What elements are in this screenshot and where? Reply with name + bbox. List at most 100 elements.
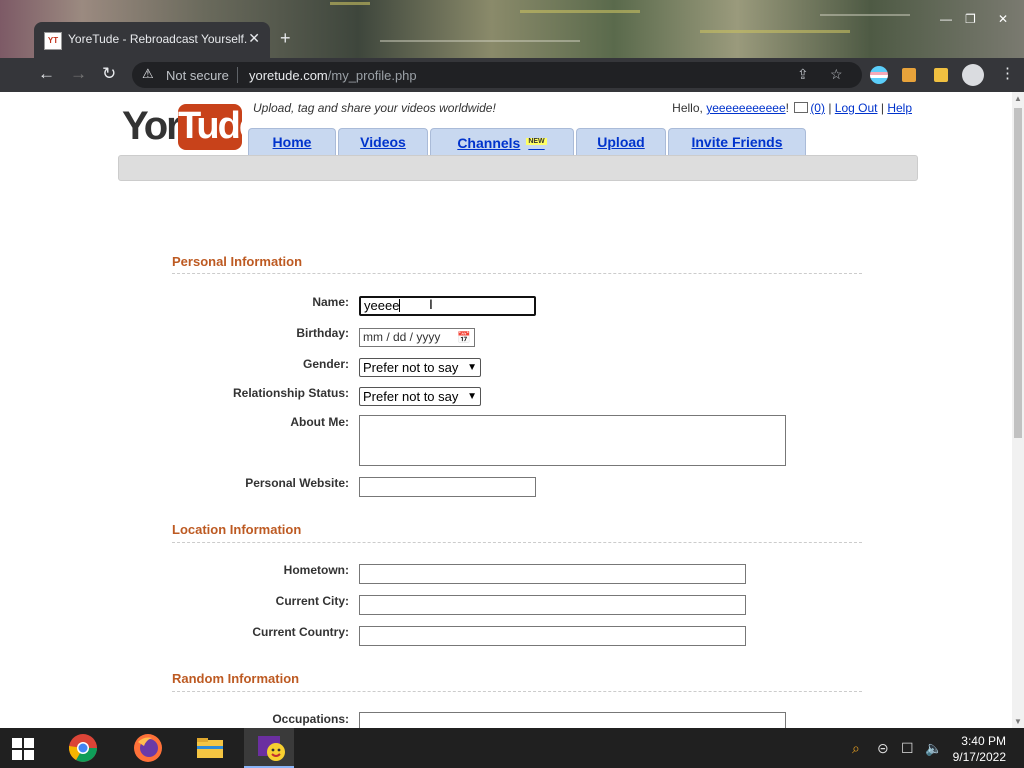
file-explorer-icon[interactable] (194, 732, 226, 764)
website-label: Personal Website: (245, 476, 349, 490)
tab-invite-friends[interactable]: Invite Friends (668, 128, 806, 155)
name-label: Name: (312, 295, 349, 309)
text-caret (399, 299, 401, 312)
birthday-date-input[interactable]: mm / dd / yyyy 📅 (359, 328, 475, 347)
current-city-input[interactable] (359, 595, 746, 615)
profile-avatar-icon[interactable] (962, 64, 984, 86)
exclaim-text: ! (785, 101, 789, 115)
tab-channels-link[interactable]: Channels NEW (431, 129, 573, 156)
emoji-app-icon[interactable] (256, 732, 288, 764)
tab-upload-link[interactable]: Upload (577, 129, 665, 155)
back-icon[interactable]: ← (38, 64, 55, 84)
close-window-icon[interactable]: ✕ (998, 12, 1008, 26)
extensions-puzzle-icon[interactable] (902, 68, 916, 82)
mail-icon[interactable] (794, 102, 809, 113)
relationship-select-value: Prefer not to say (363, 389, 459, 404)
username-link[interactable]: yeeeeeeeeeee (706, 101, 785, 115)
gender-select[interactable]: Prefer not to say ▼ (359, 358, 481, 377)
relationship-select[interactable]: Prefer not to say ▼ (359, 387, 481, 406)
random-info-heading: Random Information (172, 671, 300, 686)
birthday-label: Birthday: (296, 326, 349, 340)
location-info-heading: Location Information (172, 522, 302, 537)
forward-icon[interactable]: → (70, 64, 87, 84)
firefox-icon[interactable] (132, 732, 164, 764)
logout-link[interactable]: Log Out (835, 101, 878, 115)
current-country-label: Current Country: (252, 625, 349, 639)
reload-icon[interactable]: ↻ (102, 64, 116, 84)
help-link[interactable]: Help (887, 101, 912, 115)
url-host: yoretude.com (249, 68, 328, 83)
website-input[interactable] (359, 477, 536, 497)
search-tray-icon[interactable]: ⌕ (852, 740, 860, 757)
extension-flag-icon[interactable] (870, 66, 888, 84)
tab-title: YoreTude - Rebroadcast Yourself. (68, 32, 248, 46)
tab-home[interactable]: Home (248, 128, 336, 155)
gender-label: Gender: (302, 357, 349, 371)
tab-home-link[interactable]: Home (249, 129, 335, 155)
tab-close-icon[interactable]: ✕ (248, 30, 260, 47)
notification-tray-icon[interactable]: ⊝ (877, 740, 889, 757)
side-panel-icon[interactable] (934, 68, 948, 82)
left-window-edge (0, 92, 23, 728)
gender-select-value: Prefer not to say (363, 360, 459, 375)
chevron-down-icon: ▼ (467, 362, 477, 373)
volume-tray-icon[interactable]: 🔈 (925, 740, 942, 757)
hometown-input[interactable] (359, 564, 746, 584)
tab-invite-link[interactable]: Invite Friends (669, 129, 805, 155)
hello-text: Hello, (672, 101, 703, 115)
browser-tab[interactable]: YT YoreTude - Rebroadcast Yourself. ✕ (34, 22, 270, 58)
url-path: /my_profile.php (327, 68, 417, 83)
browser-toolbar: ← → ↻ ⚠ Not secure yoretude.com/my_profi… (0, 58, 1024, 92)
personal-info-heading: Personal Information (172, 254, 303, 269)
tab-favicon-icon: YT (44, 32, 62, 50)
current-country-input[interactable] (359, 626, 746, 646)
tab-channels[interactable]: Channels NEW (430, 128, 574, 155)
network-tray-icon[interactable]: ☐ (901, 740, 914, 757)
address-bar[interactable]: ⚠ Not secure yoretude.com/my_profile.php… (132, 62, 862, 88)
bookmark-star-icon[interactable]: ☆ (830, 66, 843, 83)
windows-start-icon[interactable] (12, 738, 34, 760)
windows-taskbar: ⌕ ⊝ ☐ 🔈 3:40 PM 9/17/2022 (0, 728, 1024, 768)
user-bar: Hello, yeeeeeeeeeee! (0) | Log Out | Hel… (672, 101, 912, 115)
new-tab-icon[interactable]: + (280, 28, 291, 49)
sub-nav-bar (118, 155, 918, 181)
clock-date: 9/17/2022 (952, 750, 1006, 764)
menu-kebab-icon[interactable]: ⋮ (1000, 64, 1015, 82)
tab-videos-link[interactable]: Videos (339, 129, 427, 155)
scroll-up-icon[interactable]: ▲ (1014, 94, 1022, 103)
yoretude-logo[interactable]: Yore Tude (122, 102, 260, 150)
separator: | (828, 101, 832, 115)
new-badge: NEW (526, 138, 547, 145)
section-divider (172, 273, 862, 274)
birthday-placeholder: mm / dd / yyyy (363, 330, 441, 344)
page-content: Yore Tude Upload, tag and share your vid… (22, 92, 1012, 728)
tab-upload[interactable]: Upload (576, 128, 666, 155)
occupations-label: Occupations: (272, 712, 349, 726)
scrollbar-thumb[interactable] (1014, 108, 1022, 438)
tab-videos[interactable]: Videos (338, 128, 428, 155)
relationship-label: Relationship Status: (232, 386, 349, 400)
occupations-input[interactable] (359, 712, 786, 728)
name-input-value: yeeee (364, 298, 400, 313)
section-divider (172, 542, 862, 543)
system-clock[interactable]: 3:40 PM 9/17/2022 (953, 733, 1006, 765)
minimize-icon[interactable]: — (940, 12, 952, 26)
mouse-ibeam-cursor: I (429, 296, 433, 312)
warning-icon: ⚠ (142, 66, 154, 81)
not-secure-label: Not secure (166, 68, 229, 83)
clock-time: 3:40 PM (961, 734, 1006, 748)
share-icon[interactable]: ⇪ (797, 66, 809, 83)
url-text: yoretude.com/my_profile.php (249, 68, 417, 83)
calendar-icon[interactable]: 📅 (457, 330, 471, 346)
about-me-textarea[interactable] (359, 415, 786, 466)
maximize-icon[interactable]: ❐ (965, 12, 976, 26)
chrome-icon[interactable] (67, 732, 99, 764)
site-tagline: Upload, tag and share your videos worldw… (253, 101, 496, 115)
page-scrollbar[interactable]: ▲ ▼ (1012, 92, 1024, 728)
tab-channels-label: Channels (457, 135, 521, 151)
about-me-label: About Me: (290, 415, 349, 429)
logo-tude-text: Tude (178, 104, 260, 150)
name-input[interactable]: yeeee (359, 296, 536, 316)
mail-count-link[interactable]: (0) (810, 101, 825, 115)
scroll-down-icon[interactable]: ▼ (1014, 717, 1022, 726)
